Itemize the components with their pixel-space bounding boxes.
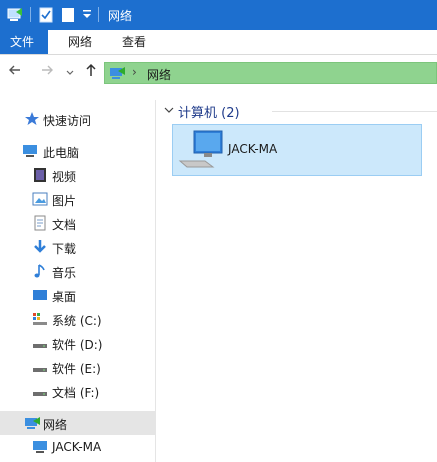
sidebar-item-label: 此电脑 xyxy=(43,146,80,160)
forward-arrow-icon[interactable] xyxy=(40,62,54,82)
address-bar[interactable]: › 网络 xyxy=(104,62,437,84)
sidebar-item-label: 桌面 xyxy=(52,290,77,304)
breadcrumb-chevron-icon[interactable]: › xyxy=(132,65,137,79)
sidebar-item-network[interactable]: 网络 xyxy=(0,411,155,435)
desktop-icon xyxy=(32,287,48,303)
sidebar-item-drive-e[interactable]: 软件 (E:) xyxy=(0,355,155,379)
star-pin-icon xyxy=(24,111,40,127)
tab-file[interactable]: 文件 xyxy=(0,30,48,54)
music-icon xyxy=(32,263,48,279)
sidebar-item-quick-access[interactable]: 快速访问 xyxy=(0,107,155,131)
sidebar-item-this-pc[interactable]: 此电脑 xyxy=(0,139,155,163)
group-collapse-chevron-icon[interactable] xyxy=(164,104,174,118)
sidebar-item-drive-d[interactable]: 软件 (D:) xyxy=(0,331,155,355)
drive-icon xyxy=(32,335,48,351)
sidebar-item-label: 音乐 xyxy=(52,266,77,280)
content-pane: 计算机 (2) JACK-MA xyxy=(156,90,437,462)
navigation-bar: › 网络 xyxy=(0,58,437,86)
customize-toolbar-icon[interactable] xyxy=(82,8,92,23)
sidebar-item-label: 视频 xyxy=(52,170,77,184)
new-folder-icon[interactable] xyxy=(60,6,76,27)
sidebar-item-label: 软件 (E:) xyxy=(52,362,101,376)
sidebar-item-jack-ma[interactable]: JACK-MA xyxy=(0,435,155,459)
sidebar-item-pictures[interactable]: 图片 xyxy=(0,187,155,211)
sidebar-item-drive-f[interactable]: 文档 (F:) xyxy=(0,379,155,403)
sidebar-item-desktop[interactable]: 桌面 xyxy=(0,283,155,307)
network-icon xyxy=(24,415,40,431)
sidebar-item-label: 快速访问 xyxy=(43,114,92,128)
video-icon xyxy=(32,167,48,183)
sidebar-item-label: 图片 xyxy=(52,194,77,208)
download-icon xyxy=(32,239,48,255)
sidebar-item-documents[interactable]: 文档 xyxy=(0,211,155,235)
sidebar-item-label: 软件 (D:) xyxy=(52,338,103,352)
drive-icon xyxy=(32,383,48,399)
group-header[interactable]: 计算机 (2) xyxy=(178,102,240,121)
properties-icon[interactable] xyxy=(38,6,54,27)
sidebar-item-music[interactable]: 音乐 xyxy=(0,259,155,283)
computer-name: JACK-MA xyxy=(228,142,278,156)
tab-network[interactable]: 网络 xyxy=(56,30,104,54)
sidebar-item-label: 下载 xyxy=(52,242,77,256)
computer-icon xyxy=(177,129,225,174)
sidebar-item-label: 文档 (F:) xyxy=(52,386,100,400)
group-divider xyxy=(272,111,437,112)
computer-tile[interactable]: JACK-MA xyxy=(172,124,422,176)
network-icon[interactable] xyxy=(6,6,24,27)
computer-icon xyxy=(22,143,38,159)
up-arrow-icon[interactable] xyxy=(84,62,98,82)
computer-icon xyxy=(32,439,48,455)
ribbon: 文件 网络 查看 xyxy=(0,30,437,55)
drive-icon xyxy=(32,359,48,375)
title-separator xyxy=(98,7,99,22)
sidebar-item-label: JACK-MA xyxy=(52,440,102,454)
title-bar: 网络 xyxy=(0,0,437,30)
title-separator xyxy=(30,7,31,22)
document-icon xyxy=(32,215,48,231)
tab-view[interactable]: 查看 xyxy=(110,30,158,54)
system-drive-icon xyxy=(32,311,48,327)
sidebar-item-drive-c[interactable]: 系统 (C:) xyxy=(0,307,155,331)
network-icon xyxy=(109,65,127,84)
sidebar-item-label: 文档 xyxy=(52,218,77,232)
sidebar-item-label: 系统 (C:) xyxy=(52,314,102,328)
sidebar-item-downloads[interactable]: 下载 xyxy=(0,235,155,259)
recent-locations-chevron-icon[interactable] xyxy=(66,65,74,81)
sidebar-item-videos[interactable]: 视频 xyxy=(0,163,155,187)
back-arrow-icon[interactable] xyxy=(8,62,22,82)
sidebar-item-label: 网络 xyxy=(43,418,68,432)
breadcrumb-network[interactable]: 网络 xyxy=(147,66,171,83)
picture-icon xyxy=(32,191,48,207)
navigation-pane: 快速访问 此电脑 视频 图片 文档 下载 音乐 桌面 系统 (C:) 软件 (D… xyxy=(0,100,156,462)
window-title: 网络 xyxy=(108,9,133,23)
